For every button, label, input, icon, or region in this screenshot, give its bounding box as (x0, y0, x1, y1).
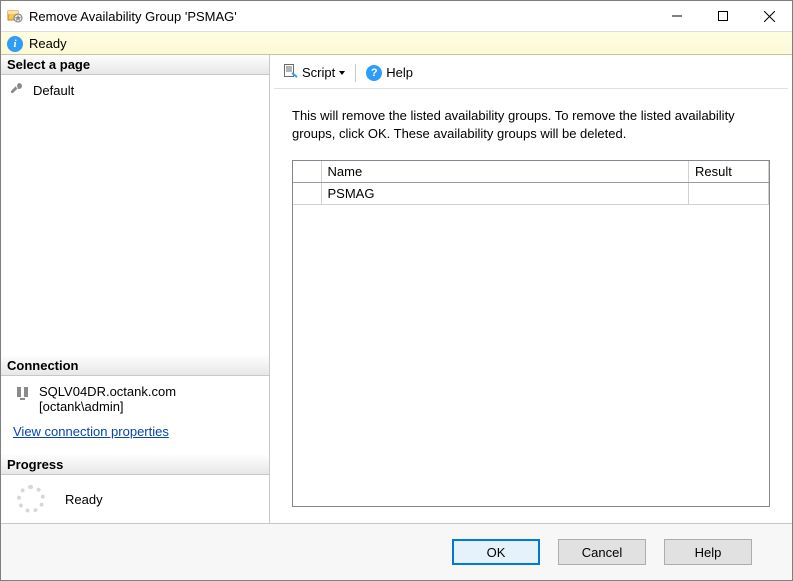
progress-text: Ready (65, 492, 103, 507)
status-text: Ready (29, 36, 67, 51)
grid-corner-header (293, 161, 321, 183)
page-item-default[interactable]: Default (7, 79, 263, 102)
close-button[interactable] (746, 1, 792, 31)
window-title: Remove Availability Group 'PSMAG' (29, 9, 654, 24)
help-icon: ? (366, 65, 382, 81)
toolbar: Script ? Help (274, 59, 788, 89)
page-item-label: Default (33, 83, 74, 98)
main-panel: Script ? Help This will remove the liste… (270, 55, 792, 523)
availability-groups-grid[interactable]: Name Result PSMAG (292, 160, 770, 507)
dialog-window: Remove Availability Group 'PSMAG' i Read… (0, 0, 793, 581)
row-header (293, 183, 321, 205)
column-header-result[interactable]: Result (689, 161, 769, 183)
progress-header: Progress (1, 455, 269, 475)
select-page-header: Select a page (1, 55, 269, 75)
main-body: This will remove the listed availability… (274, 89, 788, 519)
cell-result[interactable] (689, 183, 769, 205)
help-label: Help (386, 65, 413, 80)
app-icon (7, 7, 23, 26)
page-list: Default (1, 75, 269, 356)
help-footer-button[interactable]: Help (664, 539, 752, 565)
progress-row: Ready (7, 479, 263, 519)
script-button[interactable]: Script (276, 61, 351, 84)
sidebar: Select a page Default Connection (1, 55, 270, 523)
server-icon (15, 386, 31, 405)
chevron-down-icon (339, 71, 345, 75)
minimize-button[interactable] (654, 1, 700, 31)
button-bar: OK Cancel Help (1, 523, 792, 580)
dialog-body: Select a page Default Connection (1, 55, 792, 523)
column-header-name[interactable]: Name (321, 161, 689, 183)
ok-button[interactable]: OK (452, 539, 540, 565)
window-controls (654, 1, 792, 31)
script-label: Script (302, 65, 335, 80)
cell-name[interactable]: PSMAG (321, 183, 689, 205)
progress-panel: Ready (1, 475, 269, 523)
script-icon (282, 63, 298, 82)
description-text: This will remove the listed availability… (292, 107, 770, 142)
connection-panel: SQLV04DR.octank.com [octank\admin] View … (1, 376, 269, 455)
spinner-icon (17, 485, 45, 513)
connection-user: [octank\admin] (39, 399, 176, 414)
view-connection-properties-link[interactable]: View connection properties (7, 418, 173, 447)
status-bar: i Ready (1, 32, 792, 55)
connection-server: SQLV04DR.octank.com (39, 384, 176, 399)
wrench-icon (9, 81, 25, 100)
help-button[interactable]: ? Help (360, 63, 419, 83)
connection-info: SQLV04DR.octank.com [octank\admin] (7, 380, 263, 418)
maximize-button[interactable] (700, 1, 746, 31)
titlebar[interactable]: Remove Availability Group 'PSMAG' (1, 1, 792, 32)
connection-header: Connection (1, 356, 269, 376)
info-icon: i (7, 35, 23, 52)
toolbar-separator (355, 64, 356, 82)
cancel-button[interactable]: Cancel (558, 539, 646, 565)
table-row[interactable]: PSMAG (293, 183, 769, 205)
